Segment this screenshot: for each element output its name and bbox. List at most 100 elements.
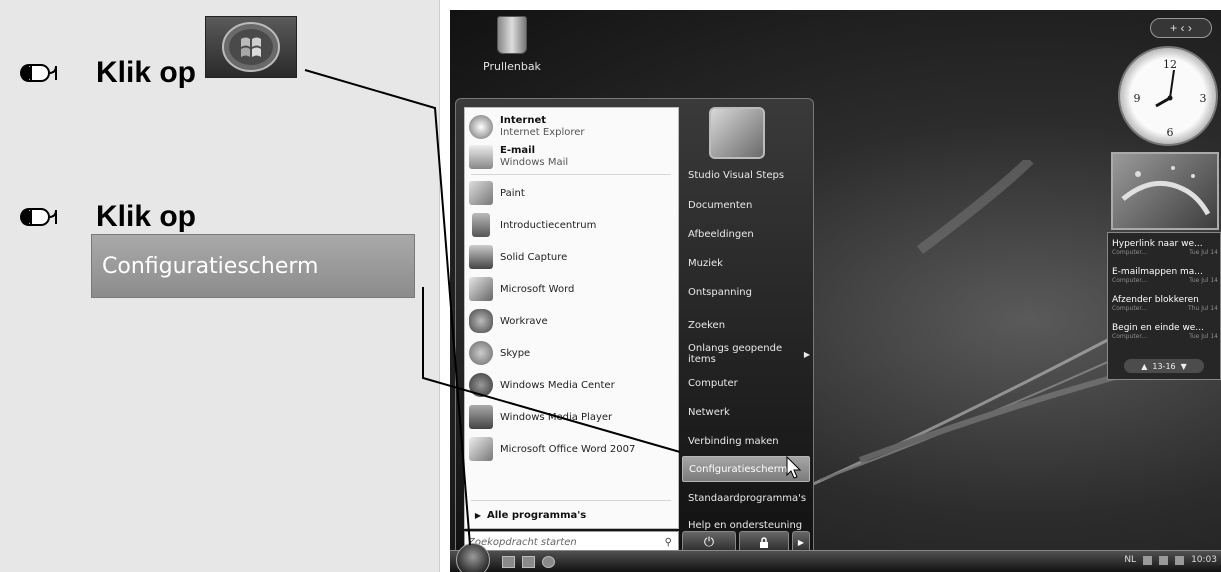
clock-face-icon: 12 3 6 9 [1134, 58, 1207, 139]
start-menu: Internet Internet Explorer E-mail Windows … [455, 98, 814, 560]
place-label: Studio Visual Steps [688, 169, 785, 181]
step-2-text: Klik op [96, 200, 197, 233]
internet-explorer-icon [469, 115, 493, 139]
mouse-click-icon [20, 208, 57, 226]
slideshow-gadget[interactable] [1111, 152, 1219, 230]
program-subtitle: Windows Mail [500, 157, 569, 168]
place-label: Standaardprogramma's [688, 492, 807, 504]
program-label: Microsoft Office Word 2007 [500, 443, 636, 455]
program-label: Workrave [500, 315, 548, 327]
program-item-media-center[interactable]: Windows Media Center [469, 370, 676, 400]
program-item-workrave[interactable]: Workrave [469, 306, 676, 336]
program-item-solid-capture[interactable]: Solid Capture [469, 242, 676, 272]
arrow-up-icon[interactable]: ▲ [1141, 362, 1147, 371]
recycle-bin-label: Prullenbak [483, 60, 541, 73]
all-programs-button[interactable]: ▶ Alle programma's [469, 504, 676, 526]
program-item-paint[interactable]: Paint [469, 178, 676, 208]
sidebar-controls[interactable]: + ‹ › [1150, 18, 1212, 38]
place-zoeken[interactable]: Zoeken [682, 312, 810, 338]
feed-pager-label: 13-16 [1152, 361, 1176, 371]
configuratiescherm-sample: Configuratiescherm [91, 234, 415, 298]
taskbar-clock[interactable]: 10:03 [1191, 555, 1217, 565]
switch-windows-icon[interactable] [522, 556, 535, 568]
feed-title: Begin en einde we... [1112, 323, 1204, 333]
search-placeholder: Zoekopdracht starten [468, 536, 577, 548]
program-subtitle: Internet Explorer [500, 127, 585, 138]
divider [471, 500, 671, 501]
program-item-media-player[interactable]: Windows Media Player [469, 402, 676, 432]
network-icon[interactable] [1159, 555, 1169, 565]
system-tray: NL 10:03 [1124, 555, 1217, 565]
program-item-introductiecentrum[interactable]: Introductiecentrum [469, 210, 676, 240]
program-label: Introductiecentrum [500, 219, 597, 231]
place-netwerk[interactable]: Netwerk [682, 399, 810, 425]
place-muziek[interactable]: Muziek [682, 250, 810, 276]
vista-desktop-screenshot: Prullenbak Internet Internet Explorer E-m… [450, 10, 1221, 572]
feed-title: E-mailmappen ma... [1112, 267, 1203, 277]
show-desktop-icon[interactable] [502, 556, 515, 568]
place-verbinding-maken[interactable]: Verbinding maken [682, 428, 810, 454]
skype-icon [469, 341, 493, 365]
program-label: Solid Capture [500, 251, 568, 263]
place-label: Help en ondersteuning [688, 519, 803, 531]
feed-source: Computer... [1112, 305, 1147, 312]
media-player-icon [469, 405, 493, 429]
place-label: Verbinding maken [688, 435, 779, 447]
language-indicator[interactable]: NL [1124, 555, 1136, 565]
program-item-office-word-2007[interactable]: Microsoft Office Word 2007 [469, 434, 676, 464]
feed-date: Tue Jul 14 [1189, 277, 1218, 284]
place-studio-visual-steps[interactable]: Studio Visual Steps [682, 162, 810, 188]
feed-date: Tue Jul 14 [1189, 333, 1218, 340]
user-picture[interactable] [709, 107, 765, 159]
program-item-skype[interactable]: Skype [469, 338, 676, 368]
place-label: Configuratiescherm [689, 463, 788, 475]
program-label: Skype [500, 347, 531, 359]
sidebar-controls-label: + ‹ › [1170, 21, 1192, 35]
welcome-center-icon [472, 213, 490, 237]
place-standaardprogrammas[interactable]: Standaardprogramma's [682, 485, 810, 511]
place-label: Documenten [688, 199, 753, 211]
place-computer[interactable]: Computer [682, 370, 810, 396]
program-item-microsoft-word[interactable]: Microsoft Word [469, 274, 676, 304]
feed-title: Afzender blokkeren [1112, 295, 1199, 305]
program-title: E-mail [500, 145, 536, 156]
svg-text:12: 12 [1163, 58, 1177, 71]
feed-item[interactable]: Afzender blokkeren Computer... Thu Jul 14 [1112, 295, 1218, 312]
feed-item[interactable]: E-mailmappen ma... Computer... Tue Jul 14 [1112, 267, 1218, 284]
start-button[interactable] [456, 543, 490, 572]
program-item-internet[interactable]: Internet Internet Explorer [469, 112, 676, 142]
paint-icon [469, 181, 493, 205]
power-icon: ⏻ [703, 534, 715, 549]
place-label: Netwerk [688, 406, 730, 418]
submenu-arrow-icon: ▶ [803, 349, 810, 359]
mouse-pointer-icon [786, 456, 802, 479]
instruction-panel: Klik op Klik op Configuratiescherm [0, 0, 440, 572]
arrow-right-icon: ▶ [797, 537, 805, 547]
workrave-icon [469, 309, 493, 333]
place-label: Zoeken [688, 319, 726, 331]
internet-explorer-icon[interactable] [542, 556, 555, 568]
volume-icon[interactable] [1175, 555, 1185, 565]
root: Klik op Klik op Configuratiescherm Prull… [0, 0, 1221, 572]
lock-icon [760, 536, 768, 548]
feed-date: Tue Jul 14 [1189, 249, 1218, 256]
feed-source: Computer... [1112, 333, 1147, 340]
recycle-bin[interactable]: Prullenbak [472, 12, 552, 73]
slideshow-image [1121, 166, 1211, 216]
place-ontspanning[interactable]: Ontspanning [682, 279, 810, 305]
place-afbeeldingen[interactable]: Afbeeldingen [682, 221, 810, 247]
program-label: Windows Media Center [500, 379, 615, 391]
clock-gadget[interactable]: 12 3 6 9 [1118, 46, 1218, 146]
solid-capture-icon [469, 245, 493, 269]
feed-item[interactable]: Begin en einde we... Computer... Tue Jul … [1112, 323, 1218, 340]
place-onlangs-geopende-items[interactable]: Onlangs geopende items ▶ [682, 341, 810, 367]
arrow-down-icon[interactable]: ▼ [1181, 362, 1187, 371]
keyboard-icon[interactable] [1143, 555, 1153, 565]
place-label: Computer [688, 377, 738, 389]
mouse-click-icon [20, 64, 57, 82]
feed-pager[interactable]: ▲ 13-16 ▼ [1124, 359, 1204, 373]
program-item-email[interactable]: E-mail Windows Mail [469, 142, 676, 172]
place-label: Onlangs geopende items [688, 343, 783, 365]
place-documenten[interactable]: Documenten [682, 192, 810, 218]
feed-item[interactable]: Hyperlink naar we... Computer... Tue Jul … [1112, 239, 1218, 256]
